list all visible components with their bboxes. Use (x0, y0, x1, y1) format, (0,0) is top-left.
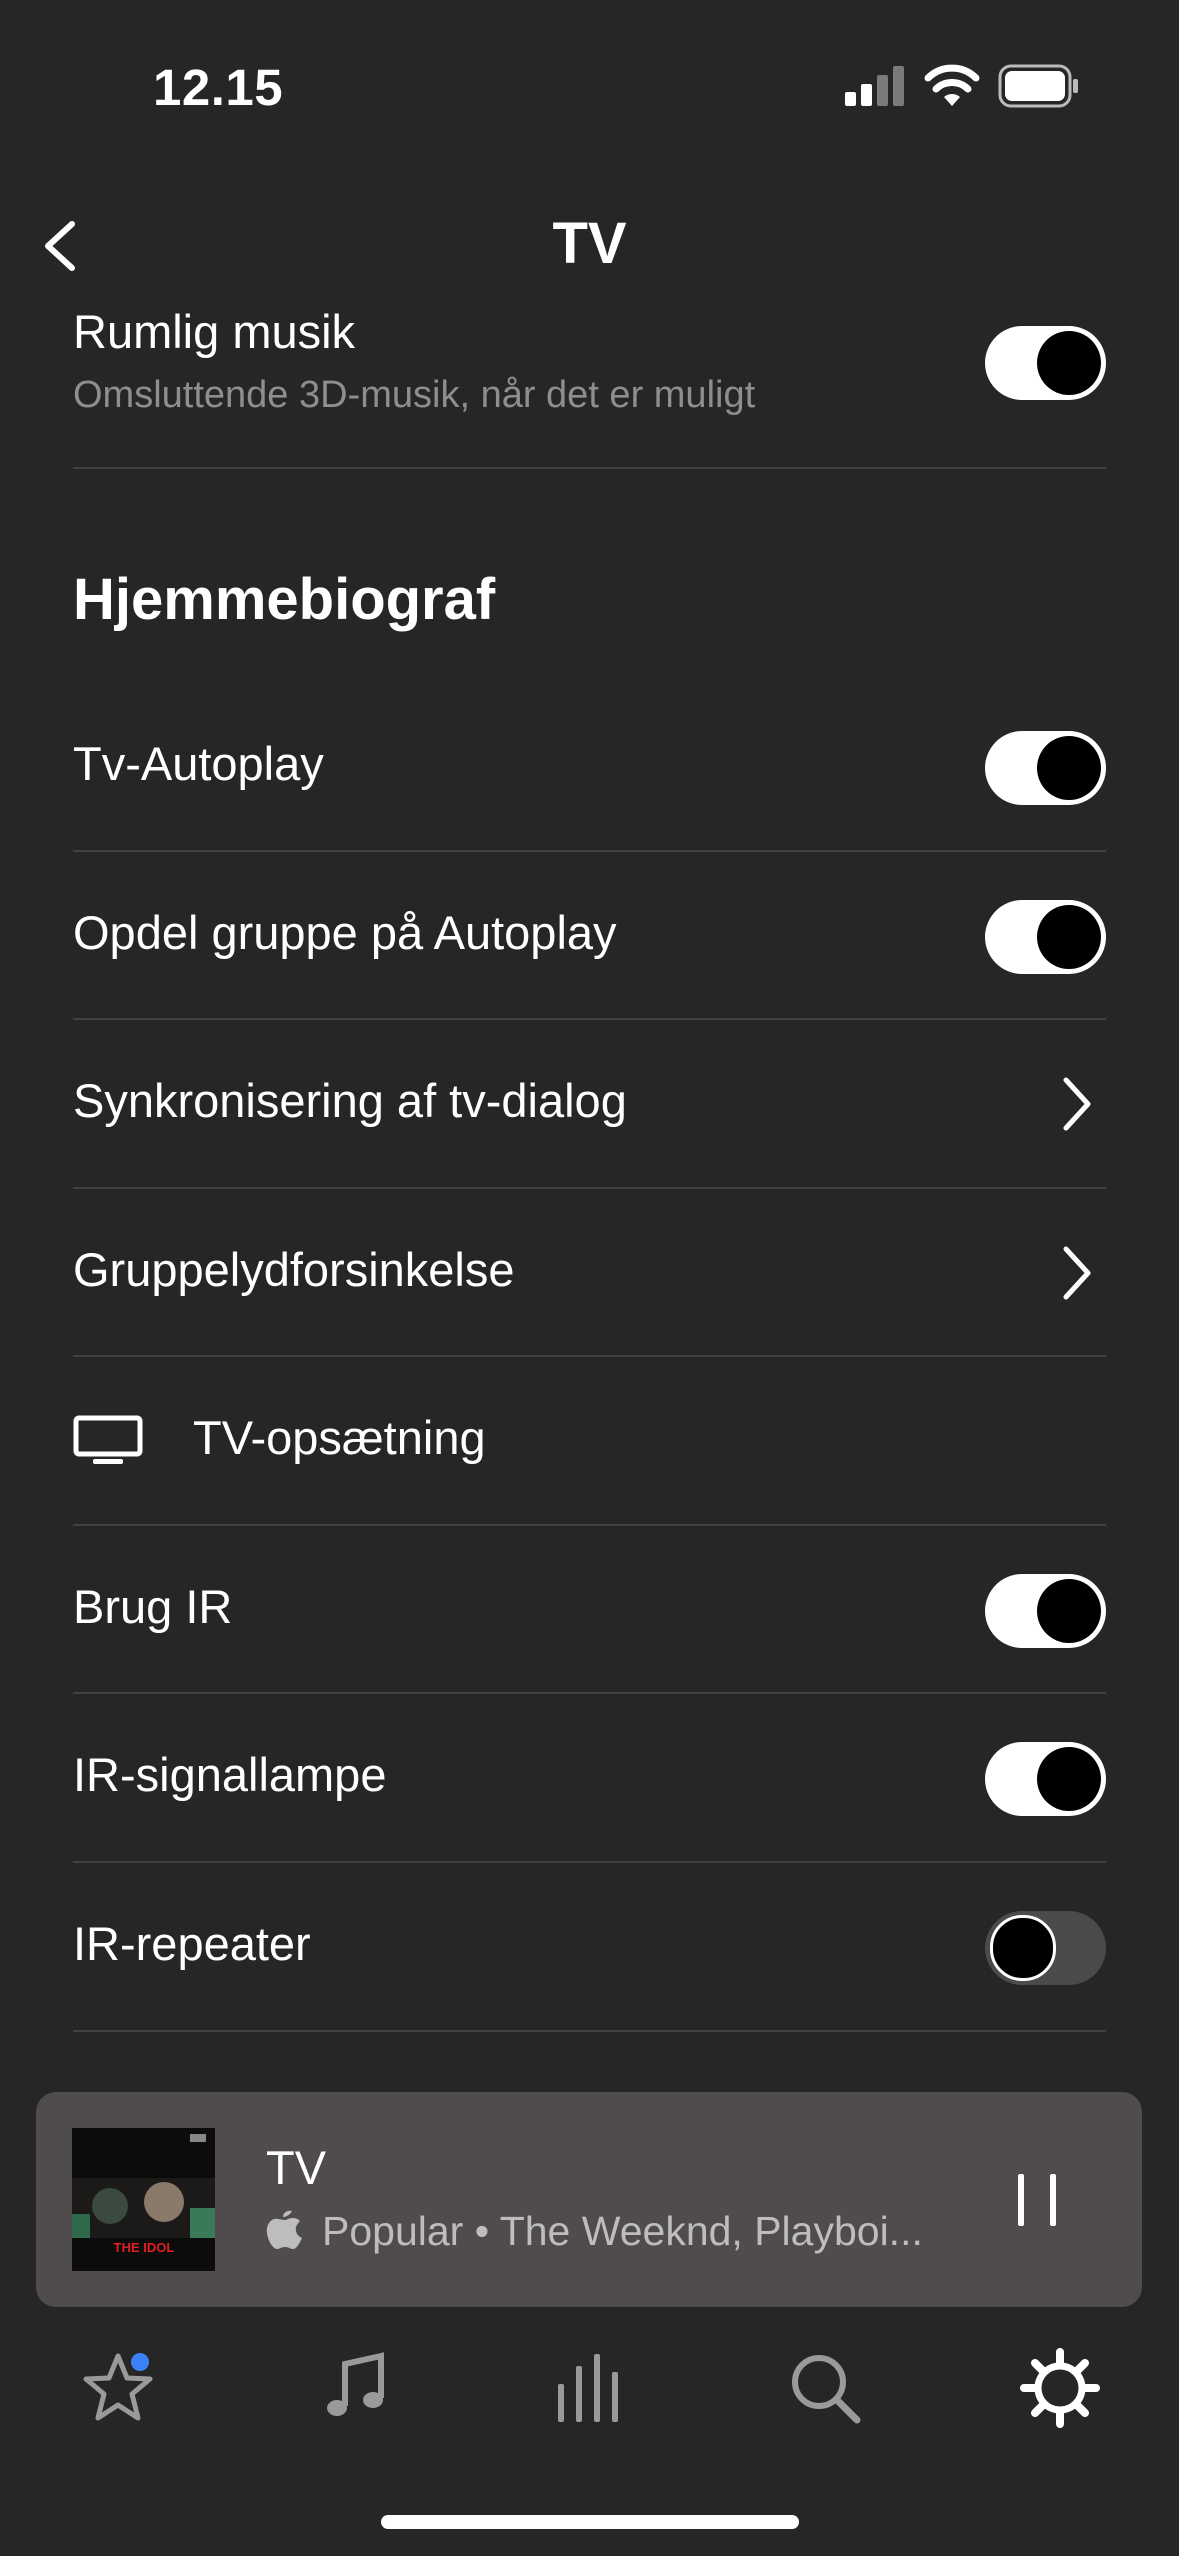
album-art: THE IDOL (72, 2128, 215, 2271)
setting-label: IR-signallampe (73, 1748, 387, 1801)
setting-row-group-delay[interactable]: Gruppelydforsinkelse (73, 1189, 1106, 1357)
page-title: TV (552, 211, 627, 276)
pause-icon[interactable] (1016, 2172, 1060, 2228)
search-icon[interactable] (785, 2348, 865, 2428)
setting-row-spatial-music: Rumlig musik Omsluttende 3D-musik, når d… (73, 300, 1106, 469)
setting-label: Tv-Autoplay (73, 737, 324, 790)
music-note-icon[interactable] (315, 2348, 395, 2428)
setting-sublabel: Omsluttende 3D-musik, når det er muligt (73, 374, 756, 416)
setting-row-tv-autoplay: Tv-Autoplay (73, 683, 1106, 852)
setting-row-use-ir: Brug IR (73, 1526, 1106, 1694)
toggle-knob (1037, 1579, 1101, 1643)
setting-row-dialog-sync[interactable]: Synkronisering af tv-dialog (73, 1020, 1106, 1189)
album-art-image: THE IDOL (72, 2128, 215, 2271)
now-playing-subtitle: Popular • The Weeknd, Playboi... (266, 2207, 923, 2255)
setting-label: IR-repeater (73, 1917, 311, 1970)
apple-music-icon (266, 2210, 302, 2249)
setting-label: Brug IR (73, 1580, 233, 1633)
notification-badge (131, 2353, 149, 2371)
battery-icon (998, 64, 1078, 108)
setting-row-ir-lamp: IR-signallampe (73, 1694, 1106, 1863)
tab-bar (0, 2320, 1179, 2450)
toggle-knob (990, 1915, 1056, 1981)
toggle-knob (1037, 331, 1101, 395)
setting-label: TV-opsætning (193, 1411, 486, 1464)
status-time: 12.15 (153, 59, 284, 116)
album-art-text: THE IDOL (114, 2240, 175, 2255)
navigation-bar: TV (0, 190, 1179, 300)
wifi-icon (924, 64, 980, 106)
gear-icon[interactable] (1020, 2348, 1100, 2428)
setting-label: Gruppelydforsinkelse (73, 1243, 515, 1296)
now-playing-title: TV (266, 2141, 327, 2194)
toggle-knob (1037, 905, 1101, 969)
setting-label: Rumlig musik (73, 305, 356, 358)
toggle-knob (1037, 736, 1101, 800)
toggle-knob (1037, 1747, 1101, 1811)
home-indicator (381, 2515, 799, 2529)
now-playing-subtitle-text: Popular • The Weeknd, Playboi... (322, 2208, 923, 2254)
now-playing-bar[interactable]: THE IDOL TV Popular • The Weeknd, Playbo… (36, 2092, 1142, 2307)
setting-row-ir-repeater: IR-repeater (73, 1863, 1106, 2032)
setting-label: Opdel gruppe på Autoplay (73, 906, 617, 959)
setting-row-tv-setup[interactable]: TV-opsætning (73, 1357, 1106, 1526)
chevron-right-icon (1063, 1077, 1091, 1131)
ir-lamp-toggle[interactable] (985, 1742, 1106, 1816)
status-bar: 12.15 (0, 0, 1179, 175)
spatial-music-toggle[interactable] (985, 326, 1106, 400)
signal-icon (845, 66, 904, 106)
section-heading: Hjemmebiograf (73, 567, 496, 632)
setting-row-split-group: Opdel gruppe på Autoplay (73, 852, 1106, 1020)
star-icon[interactable] (78, 2348, 158, 2428)
bars-icon[interactable] (550, 2348, 630, 2428)
tv-icon (73, 1415, 143, 1464)
use-ir-toggle[interactable] (985, 1574, 1106, 1648)
split-group-toggle[interactable] (985, 900, 1106, 974)
tv-autoplay-toggle[interactable] (985, 731, 1106, 805)
chevron-right-icon (1063, 1246, 1091, 1300)
setting-label: Synkronisering af tv-dialog (73, 1074, 627, 1127)
ir-repeater-toggle[interactable] (985, 1911, 1106, 1985)
